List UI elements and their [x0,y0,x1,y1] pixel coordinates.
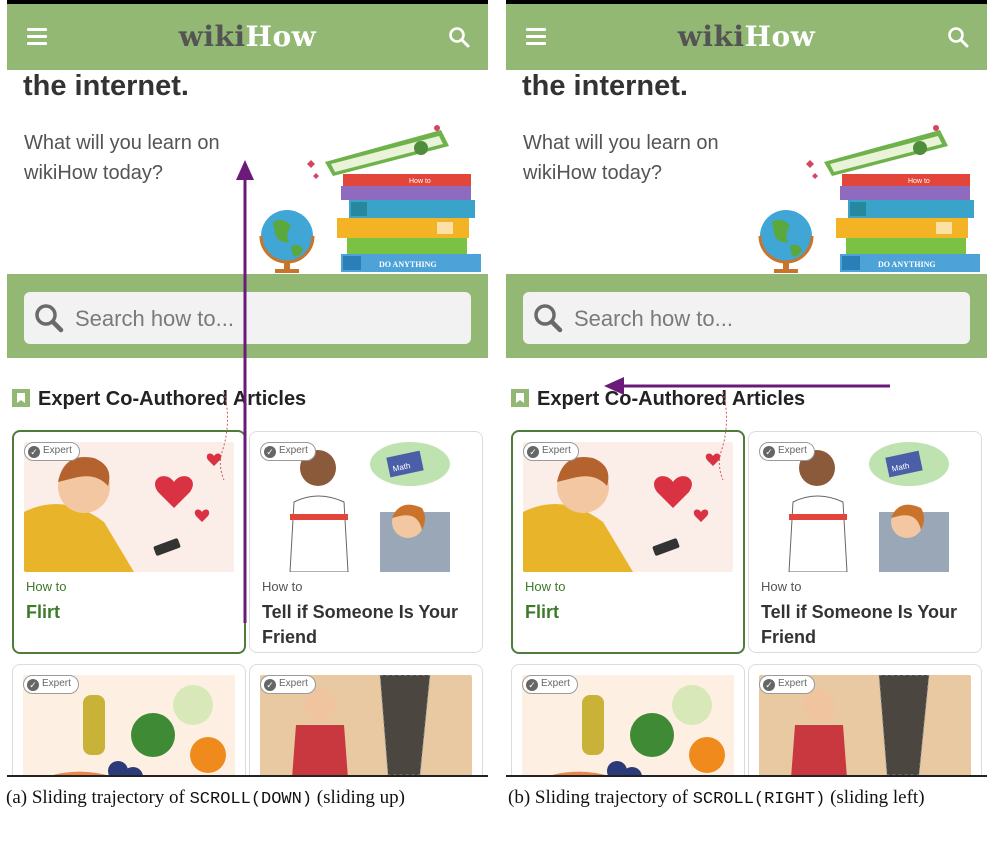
screenshot-panel-b: wikiHow the internet. What will you lear… [506,0,987,777]
expert-badge: ✓ Expert [24,442,80,461]
search-section: Search how to... [506,274,987,358]
checkmark-icon: ✓ [526,679,538,691]
search-placeholder: Search how to... [574,306,733,331]
app-bar: wikiHow [506,4,987,70]
article-title: Flirt [26,602,60,622]
search-input[interactable]: Search how to... [24,292,471,344]
search-icon [534,304,563,333]
checkmark-icon: ✓ [527,446,539,458]
screenshot-panel-a: wikiHow the internet. What will you lear… [7,0,488,777]
hero-title: the internet. [522,70,688,102]
section-heading: Expert Co-Authored Articles [12,388,306,411]
checkmark-icon: ✓ [264,446,276,458]
checkmark-icon: ✓ [28,446,40,458]
expert-badge: ✓ Expert [759,675,815,694]
article-card-food[interactable]: ✓ Expert [12,664,246,777]
book-label-do-anything: DO ANYTHING [878,260,936,269]
section-heading: Expert Co-Authored Articles [511,388,805,411]
checkmark-icon: ✓ [763,679,775,691]
panel-b-bottom-edge [506,775,987,777]
wikihow-logo[interactable]: wikiHow [506,20,987,53]
article-howto-label: How to [761,579,802,594]
section-title-text: Expert Co-Authored Articles [38,388,307,410]
search-icon [35,304,64,333]
article-card-food[interactable]: ✓ Expert [511,664,745,777]
article-thumbnail: Math [759,442,971,572]
book-label-how-to: How to [409,178,431,185]
search-icon[interactable] [448,26,470,48]
bookmark-icon [511,389,529,407]
section-title-text: Expert Co-Authored Articles [537,388,806,410]
caption-b: (b) Sliding trajectory of SCROLL(RIGHT) … [508,787,925,809]
expert-badge: ✓ Expert [522,675,578,694]
article-howto-label: How to [26,579,67,594]
article-card-friend[interactable]: Math ✓ Expert How to Tell if Someone Is Y… [249,431,483,653]
article-title: Tell if Someone Is Your Friend [262,602,459,647]
search-section: Search how to... [7,274,488,358]
expert-badge: ✓ Expert [260,442,316,461]
hero-title: the internet. [23,70,189,102]
book-label-how-to: How to [908,178,930,185]
wikihow-logo[interactable]: wikiHow [7,20,488,53]
books-globe-illustration: DO ANYTHING How to [758,125,980,273]
caption-a: (a) Sliding trajectory of SCROLL(DOWN) (… [6,787,405,809]
article-thumbnail [523,442,733,572]
checkmark-icon: ✓ [27,679,39,691]
article-thumbnail: Math [260,442,472,572]
article-thumbnail [24,442,234,572]
expert-badge: ✓ Expert [523,442,579,461]
article-howto-label: How to [525,579,566,594]
article-title: Flirt [525,602,559,622]
checkmark-icon: ✓ [763,446,775,458]
article-howto-label: How to [262,579,303,594]
hero-subtitle: What will you learn on wikiHow today? [24,132,220,184]
expert-badge: ✓ Expert [23,675,79,694]
panel-a-bottom-edge [7,775,488,777]
hero-subtitle: What will you learn on wikiHow today? [523,132,719,184]
article-card-friend[interactable]: Math ✓ Expert How to Tell if Someone Is Y… [748,431,982,653]
app-bar: wikiHow [7,4,488,70]
search-icon[interactable] [947,26,969,48]
article-card-fashion[interactable]: ✓ Expert [748,664,982,777]
checkmark-icon: ✓ [264,679,276,691]
expert-badge: ✓ Expert [260,675,316,694]
article-title: Tell if Someone Is Your Friend [761,602,958,647]
books-globe-illustration: DO ANYTHING How to [259,125,481,273]
article-card-fashion[interactable]: ✓ Expert [249,664,483,777]
search-placeholder: Search how to... [75,306,234,331]
book-label-do-anything: DO ANYTHING [379,260,437,269]
expert-badge: ✓ Expert [759,442,815,461]
article-card-flirt[interactable]: ✓ Expert How to Flirt [511,430,745,654]
article-card-flirt[interactable]: ✓ Expert How to Flirt [12,430,246,654]
search-input[interactable]: Search how to... [523,292,970,344]
bookmark-icon [12,389,30,407]
